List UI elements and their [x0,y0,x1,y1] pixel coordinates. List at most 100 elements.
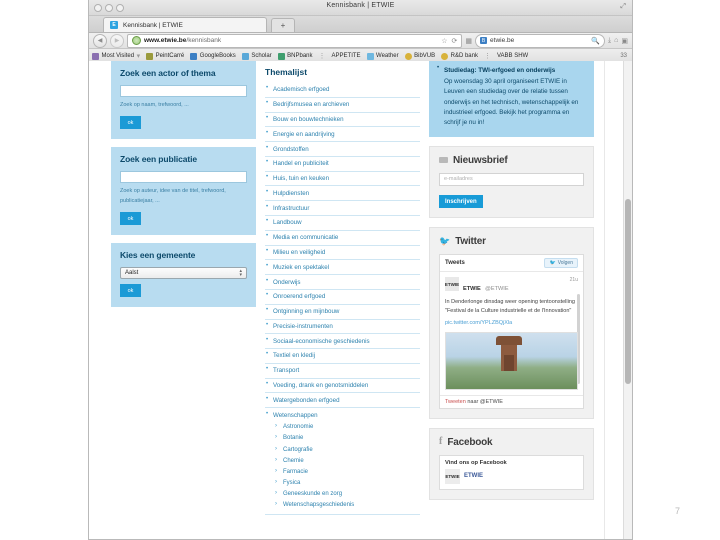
news-item[interactable]: Studiedag: TWI-erfgoed en onderwijs Op w… [437,65,586,129]
tab-kennisbank[interactable]: E Kennisbank | ETWIE [103,17,267,32]
compose-prefix: Tweeten [445,398,466,405]
bookmark-vabb-shw[interactable]: VABB SHW [497,53,528,59]
right-column: Studiedag: TWI-erfgoed en onderwijs Op w… [429,61,594,515]
twitter-title: Twitter [455,236,486,248]
list-item[interactable]: Infrastructuur [265,201,420,217]
bookmark-bnpbank[interactable]: BNPbank [277,52,313,60]
tweet-photo[interactable] [445,331,578,390]
list-item[interactable]: Grondstoffen [265,142,420,157]
bookmark-appetite[interactable]: APPETITE [332,53,361,59]
list-item[interactable]: Sociaal-economische geschiedenis [265,334,420,350]
list-item[interactable]: Media en communicatie [265,231,420,246]
search-input[interactable]: etwie.be [490,37,588,44]
bookmark-favicon-icon [366,52,374,60]
list-item[interactable]: Botanie [273,433,420,444]
home-icon[interactable]: ⌂ [614,37,618,44]
list-item[interactable]: Bouw en bouwtechnieken [265,113,420,128]
tweet-compose-box[interactable]: Tweeten naar @ETWIE [440,394,583,408]
search-actor-title: Zoek een actor of thema [120,68,216,78]
theme-label: Transport [273,367,300,375]
newsletter-panel: Nieuwsbrief e-mailadres Inschrijven [429,145,594,219]
facebook-page-row[interactable]: ETWIE ETWIE [440,468,583,489]
bookmark-star-icon[interactable]: ☆ [441,37,447,45]
new-tab-button[interactable]: + [271,18,295,32]
twitter-follow-button[interactable]: 🐦 Volgen [544,258,578,269]
list-item[interactable]: Handel en publiciteit [265,157,420,172]
column-divider [604,61,605,539]
bookmark-label: APPETITE [331,53,361,59]
mail-icon [439,157,448,164]
newsletter-subscribe-button[interactable]: Inschrijven [439,195,483,209]
theme-label: Academisch erfgoed [273,86,330,94]
tweet-item[interactable]: ETWIE ETWIE @ETWIE 21u [445,277,578,295]
list-item[interactable]: Wetenschapsgeschiedenis [273,500,420,511]
reload-icon[interactable]: ⟳ [452,37,458,45]
list-item[interactable]: Onroerend erfgoed [265,290,420,305]
bookmark-googlebooks[interactable]: GoogleBooks [190,52,236,60]
chevron-down-icon[interactable]: ▾ [137,52,141,60]
bookmark-rd-bank[interactable]: R&D bank [441,52,478,60]
list-item[interactable]: Academisch erfgoed [265,83,420,98]
list-item[interactable]: Transport [265,364,420,379]
list-item[interactable]: Precisie-instrumenten [265,320,420,335]
search-engine-icon[interactable]: B [480,37,488,44]
bookmarks-overflow-count[interactable]: 33 [620,53,629,59]
list-item[interactable]: Textiel en kledij [265,349,420,364]
list-item[interactable]: Milieu en veiligheid [265,246,420,261]
list-item[interactable]: Chemie [273,455,420,466]
tweet-link[interactable]: pic.twitter.com/YPLZBQjXla [445,319,578,328]
tweet-author-name: ETWIE [463,286,481,293]
list-item-wetenschappen[interactable]: Wetenschappen Astronomie Botanie Cartogr… [265,408,420,516]
page-scrollbar[interactable] [623,61,632,539]
list-item[interactable]: Farmacie [273,466,420,477]
address-bar[interactable]: www.etwie.be/kennisbank ☆ ⟳ [127,33,463,48]
browser-titlebar: Kennisbank | ETWIE ⤢ [89,0,632,16]
restore-icon[interactable]: ⤢ [620,3,626,11]
bookmark-bibvub[interactable]: BibVUB [404,52,435,60]
list-item[interactable]: Huis, tuin en keuken [265,172,420,187]
list-item[interactable]: Cartografie [273,444,420,455]
list-item[interactable]: Hulpdiensten [265,186,420,202]
search-publication-input[interactable] [120,171,247,184]
search-actor-ok-button[interactable]: ok [120,116,141,130]
list-item[interactable]: Watergebonden erfgoed [265,393,420,409]
list-item[interactable]: Geneeskunde en zorg [273,489,420,500]
apps-icon[interactable]: ▣ [621,37,628,45]
bookmark-favicon-icon [277,52,285,60]
bookmark-scholar[interactable]: Scholar [241,52,272,60]
download-icon[interactable]: ⤓ [608,37,611,45]
facebook-panel: f Facebook Vind ons op Facebook ETWIE ET… [429,427,594,500]
subtheme-label: Astronomie [283,424,314,431]
search-actor-input[interactable] [120,85,247,97]
municipality-ok-button[interactable]: ok [120,284,141,298]
list-item[interactable]: Astronomie [273,422,420,433]
bookmark-peintcarre[interactable]: PeintCarré [146,52,184,60]
search-bar[interactable]: B etwie.be 🔍 [475,33,606,48]
forward-button[interactable]: ▶ [110,33,124,48]
municipality-select[interactable]: Aalst ▴ ▾ [120,267,247,280]
theme-label: Handel en publiciteit [273,160,329,168]
back-button[interactable]: ◀ [93,33,107,48]
list-item[interactable]: Muziek en spektakel [265,260,420,276]
municipality-select-value: Aalst [125,270,139,277]
tweet-list[interactable]: ETWIE ETWIE @ETWIE 21u In Denderlonge di… [440,272,583,395]
twitter-bird-icon: 🐦 [549,259,556,266]
bookmark-most-visited[interactable]: Most Visited ▾ [92,52,140,60]
list-item[interactable]: Landbouw [265,216,420,231]
list-item[interactable]: Bedrijfsmusea en archieven [265,98,420,113]
bookmark-weather[interactable]: Weather [366,52,399,60]
search-publication-ok-button[interactable]: ok [120,212,141,226]
bookmark-label: BNPbank [287,53,313,59]
reader-mode-icon[interactable]: ▦ [465,37,472,45]
bookmark-divider: ⋮ [483,53,491,60]
address-bar-text: www.etwie.be/kennisbank [144,37,221,44]
list-item[interactable]: Fysica [273,478,420,489]
list-item[interactable]: Energie en aandrijving [265,127,420,143]
list-item[interactable]: Onderwijs [265,275,420,290]
list-item[interactable]: Ontginning en mijnbouw [265,305,420,320]
tab-favicon-icon: E [110,21,118,29]
page-scrollbar-thumb[interactable] [625,199,631,384]
list-item[interactable]: Voeding, drank en genotsmiddelen [265,379,420,394]
newsletter-email-field[interactable]: e-mailadres [439,172,584,186]
search-icon[interactable]: 🔍 [591,37,600,45]
